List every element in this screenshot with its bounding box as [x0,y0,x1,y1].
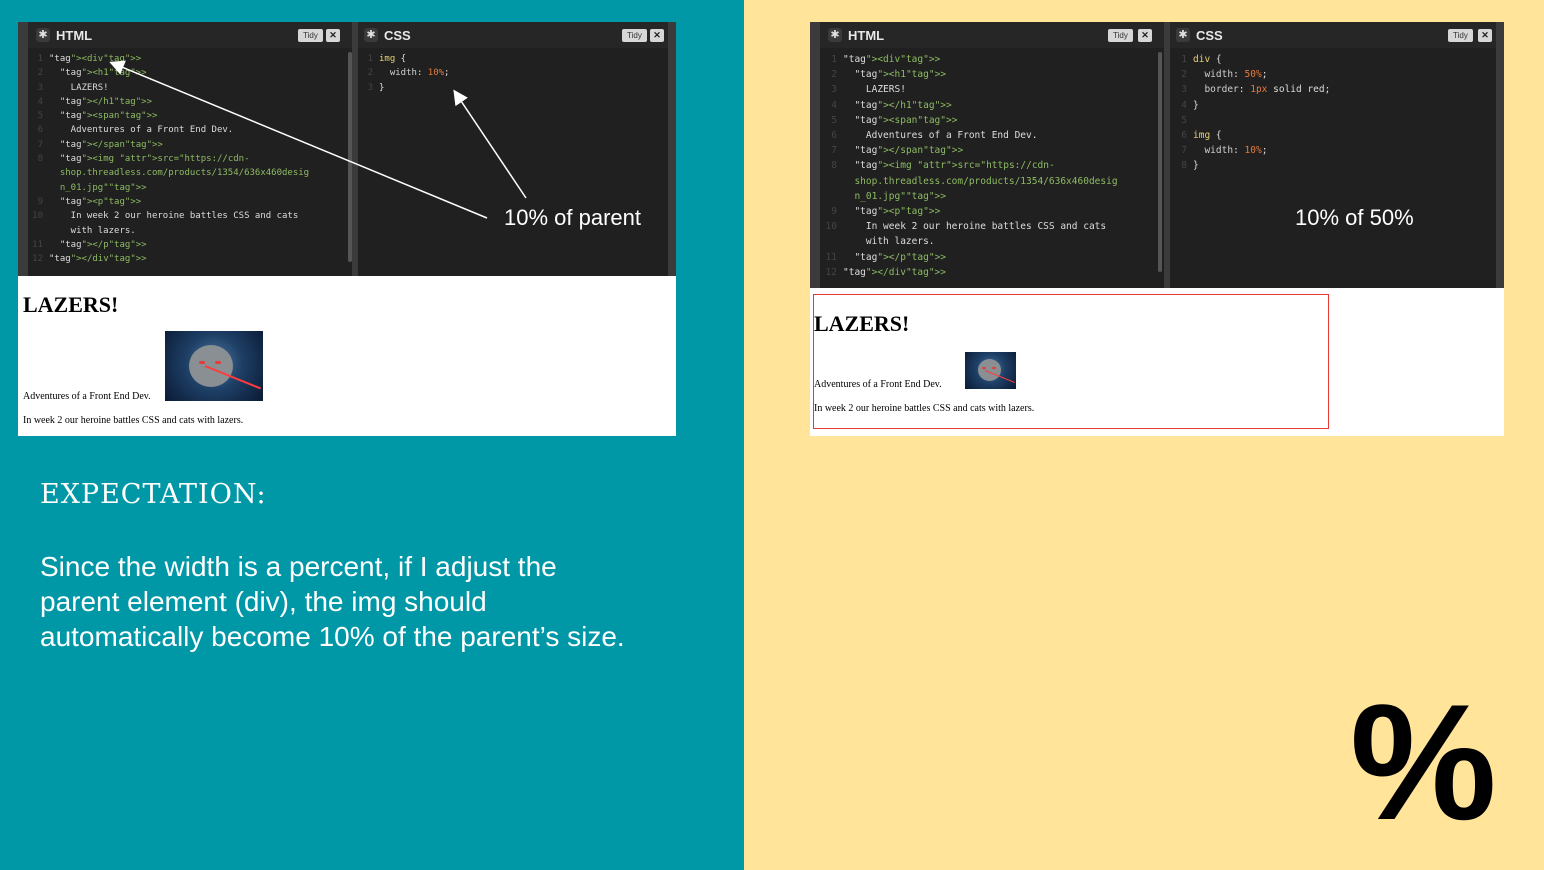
expectation-body: Since the width is a percent, if I adjus… [40,551,625,652]
arrow-to-div [109,60,488,219]
annotation-arrows [109,60,527,219]
arrow-to-width [453,89,527,199]
expectation-heading: EXPECTATION: [40,479,267,510]
percent-symbol: % [1350,670,1497,854]
